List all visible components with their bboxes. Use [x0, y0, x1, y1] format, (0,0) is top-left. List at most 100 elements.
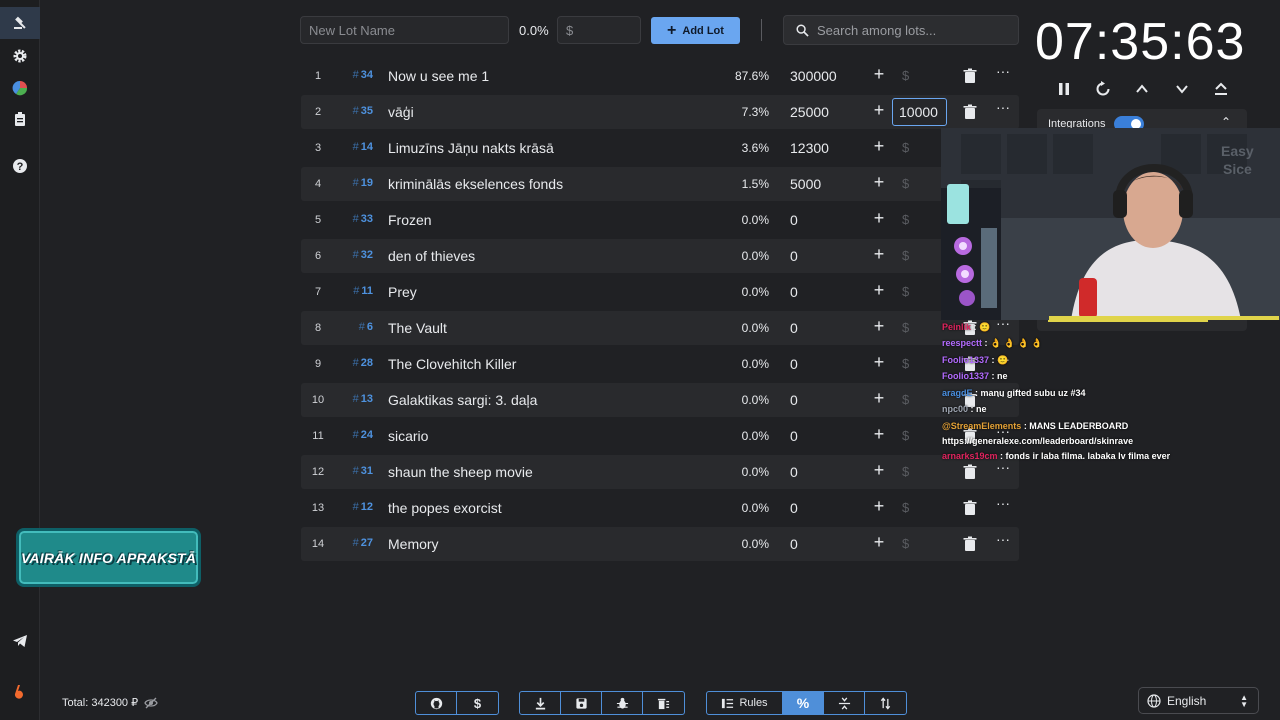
lot-id[interactable]: #12 — [337, 501, 373, 513]
lot-amount[interactable]: 0 — [790, 356, 798, 372]
add-amount-plus-icon[interactable]: + — [870, 64, 888, 85]
trash-icon[interactable] — [963, 104, 977, 120]
lot-name[interactable]: sicario — [388, 428, 428, 444]
lot-amount[interactable]: 0 — [790, 536, 798, 552]
lot-name[interactable]: den of thieves — [388, 248, 475, 264]
search-input[interactable] — [817, 22, 1007, 38]
add-amount-plus-icon[interactable]: + — [870, 208, 888, 229]
chevron-down-icon[interactable] — [1171, 78, 1193, 100]
add-amount-input[interactable]: 10000 — [892, 98, 947, 126]
lot-id[interactable]: #34 — [337, 69, 373, 81]
new-lot-name-input[interactable] — [300, 16, 509, 44]
github-icon[interactable] — [416, 692, 457, 714]
lot-name[interactable]: Galaktikas sargi: 3. daļa — [388, 392, 537, 408]
more-options-icon[interactable]: ··· — [996, 459, 1010, 475]
add-amount-dollar-icon[interactable]: $ — [902, 320, 909, 335]
add-amount-dollar-icon[interactable]: $ — [902, 536, 909, 551]
add-amount-dollar-icon[interactable]: $ — [902, 248, 909, 263]
add-lot-button[interactable]: + Add Lot — [651, 17, 740, 44]
lot-amount[interactable]: 12300 — [790, 140, 829, 156]
add-amount-dollar-icon[interactable]: $ — [902, 500, 909, 515]
trash-icon[interactable] — [963, 464, 977, 480]
lot-name[interactable]: vāģi — [388, 104, 414, 120]
trash-icon[interactable] — [963, 68, 977, 84]
lot-name[interactable]: Memory — [388, 536, 439, 552]
add-amount-plus-icon[interactable]: + — [870, 460, 888, 481]
lot-amount[interactable]: 0 — [790, 464, 798, 480]
language-select[interactable]: English ▲ ▼ — [1138, 687, 1259, 714]
lot-name[interactable]: kriminālās ekselences fonds — [388, 176, 563, 192]
pause-icon[interactable] — [1053, 78, 1075, 100]
lot-id[interactable]: #19 — [337, 177, 373, 189]
add-amount-dollar-icon[interactable]: $ — [902, 392, 909, 407]
clear-list-icon[interactable] — [643, 692, 684, 714]
trash-icon[interactable] — [963, 500, 977, 516]
lot-amount[interactable]: 300000 — [790, 68, 837, 84]
settings-gear-icon[interactable] — [0, 40, 40, 72]
help-icon[interactable]: ? — [0, 150, 40, 182]
lot-amount[interactable]: 0 — [790, 428, 798, 444]
percent-toggle-icon[interactable]: % — [783, 692, 824, 714]
reset-icon[interactable] — [1092, 78, 1114, 100]
lot-name[interactable]: The Clovehitch Killer — [388, 356, 516, 372]
add-amount-plus-icon[interactable]: + — [870, 496, 888, 517]
lot-id[interactable]: #6 — [337, 321, 373, 333]
lot-amount[interactable]: 5000 — [790, 176, 821, 192]
eye-off-icon[interactable] — [144, 697, 158, 709]
clipboard-history-icon[interactable] — [0, 103, 40, 135]
lot-id[interactable]: #31 — [337, 465, 373, 477]
add-amount-dollar-icon[interactable]: $ — [902, 212, 909, 227]
telegram-icon[interactable] — [0, 625, 40, 657]
lot-name[interactable]: shaun the sheep movie — [388, 464, 533, 480]
add-amount-dollar-icon[interactable]: $ — [902, 356, 909, 371]
search-box[interactable] — [783, 15, 1019, 45]
sort-icon[interactable] — [865, 692, 906, 714]
add-amount-plus-icon[interactable]: + — [870, 136, 888, 157]
lot-id[interactable]: #24 — [337, 429, 373, 441]
lot-name[interactable]: the popes exorcist — [388, 500, 502, 516]
lot-name[interactable]: The Vault — [388, 320, 447, 336]
add-amount-dollar-icon[interactable]: $ — [902, 284, 909, 299]
lot-amount[interactable]: 0 — [790, 320, 798, 336]
more-options-icon[interactable]: ··· — [996, 495, 1010, 511]
lot-amount[interactable]: 0 — [790, 212, 798, 228]
wheel-pie-icon[interactable] — [0, 72, 40, 104]
lot-name[interactable]: Prey — [388, 284, 417, 300]
lot-id[interactable]: #32 — [337, 249, 373, 261]
add-amount-dollar-icon[interactable]: $ — [902, 140, 909, 155]
compact-view-icon[interactable] — [824, 692, 865, 714]
add-amount-plus-icon[interactable]: + — [870, 424, 888, 445]
auction-gavel-icon[interactable] — [0, 7, 40, 39]
lot-id[interactable]: #14 — [337, 141, 373, 153]
add-amount-plus-icon[interactable]: + — [870, 280, 888, 301]
lot-name[interactable]: Frozen — [388, 212, 432, 228]
boosty-icon[interactable] — [0, 676, 40, 708]
more-options-icon[interactable]: ··· — [996, 531, 1010, 547]
lot-amount[interactable]: 25000 — [790, 104, 829, 120]
trash-icon[interactable] — [963, 536, 977, 552]
more-options-icon[interactable]: ··· — [996, 63, 1010, 79]
lot-id[interactable]: #28 — [337, 357, 373, 369]
add-amount-plus-icon[interactable]: + — [870, 388, 888, 409]
add-amount-dollar-icon[interactable]: $ — [902, 68, 909, 83]
chevron-up-icon[interactable]: ⌃ — [1221, 115, 1231, 129]
new-lot-amount-input[interactable] — [557, 16, 641, 44]
lot-id[interactable]: #35 — [337, 105, 373, 117]
lot-amount[interactable]: 0 — [790, 500, 798, 516]
download-icon[interactable] — [520, 692, 561, 714]
add-amount-dollar-icon[interactable]: $ — [902, 428, 909, 443]
lot-name[interactable]: Limuzīns Jāņu nakts krāsā — [388, 140, 554, 156]
add-amount-plus-icon[interactable]: + — [870, 244, 888, 265]
chevron-up-icon[interactable] — [1131, 78, 1153, 100]
lot-id[interactable]: #11 — [337, 285, 373, 297]
add-amount-plus-icon[interactable]: + — [870, 100, 888, 121]
lot-id[interactable]: #27 — [337, 537, 373, 549]
rules-button[interactable]: Rules — [707, 692, 783, 714]
more-options-icon[interactable]: ··· — [996, 99, 1010, 115]
lot-amount[interactable]: 0 — [790, 284, 798, 300]
lot-id[interactable]: #33 — [337, 213, 373, 225]
add-amount-plus-icon[interactable]: + — [870, 172, 888, 193]
bug-report-icon[interactable] — [602, 692, 643, 714]
double-chevron-up-icon[interactable] — [1210, 78, 1232, 100]
save-icon[interactable] — [561, 692, 602, 714]
